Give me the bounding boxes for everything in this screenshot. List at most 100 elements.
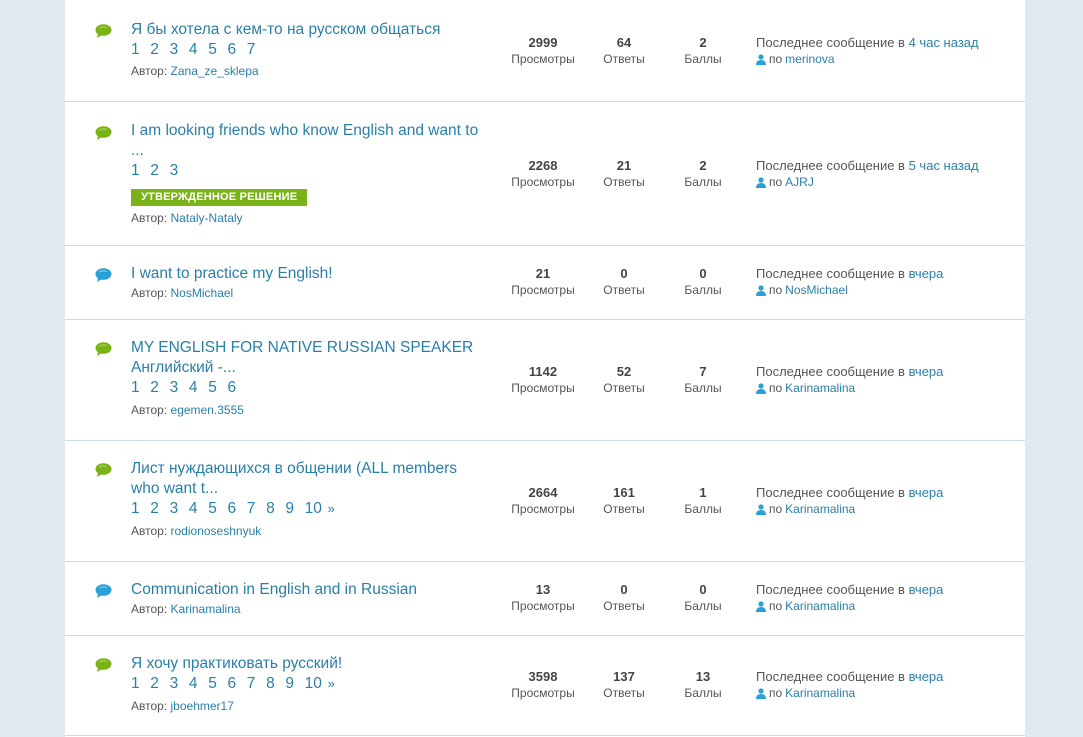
thread-title[interactable]: Лист нуждающихся в общении (ALL members: [131, 459, 496, 479]
page-link[interactable]: 2: [150, 161, 169, 181]
thread-author: Автор: jboehmer17: [131, 699, 234, 713]
views-stat: 1142 Просмотры: [511, 364, 575, 395]
page-link[interactable]: 2: [150, 499, 169, 519]
next-pages-link[interactable]: »: [328, 674, 347, 694]
page-link[interactable]: 3: [170, 161, 189, 181]
thread-author: Автор: Zana_ze_sklepa: [131, 64, 259, 78]
page-link[interactable]: 3: [170, 378, 189, 398]
last-post-time[interactable]: вчера: [909, 485, 944, 500]
thread-title[interactable]: I want to practice my English!: [131, 264, 496, 284]
last-post-time[interactable]: 4 час назад: [909, 35, 979, 50]
pagination: 1 2 3 4 5 6 7 8 9 10 »: [131, 674, 496, 694]
author-link[interactable]: Nataly-Nataly: [171, 211, 243, 225]
page-link[interactable]: 10: [305, 499, 328, 519]
thread-author: Автор: rodionoseshnyuk: [131, 524, 262, 538]
user-icon: [756, 382, 766, 394]
page-link[interactable]: 8: [266, 499, 285, 519]
page-link[interactable]: 5: [208, 40, 227, 60]
page-link[interactable]: 7: [247, 499, 266, 519]
green-bubble-icon: [95, 658, 112, 672]
page-link[interactable]: 2: [150, 674, 169, 694]
author-link[interactable]: Zana_ze_sklepa: [171, 64, 259, 78]
page-link[interactable]: 4: [189, 40, 208, 60]
page-link[interactable]: 9: [285, 499, 304, 519]
green-bubble-icon: [95, 24, 112, 38]
page-link[interactable]: 1: [131, 161, 150, 181]
page-link[interactable]: 2: [150, 40, 169, 60]
last-post: Последнее сообщение в вчера по NosMichae…: [756, 266, 944, 298]
last-post-user[interactable]: merinova: [785, 51, 834, 67]
user-icon: [756, 600, 766, 612]
last-post-time[interactable]: 5 час назад: [909, 158, 979, 173]
page-link[interactable]: 4: [189, 378, 208, 398]
points-stat: 1 Баллы: [684, 485, 722, 516]
thread-title[interactable]: I am looking friends who know English an…: [131, 121, 496, 141]
last-post-time[interactable]: вчера: [909, 669, 944, 684]
page-link[interactable]: 2: [150, 378, 169, 398]
thread-title-cont[interactable]: Английский -...: [131, 358, 496, 378]
page-link[interactable]: 5: [208, 378, 227, 398]
page-link[interactable]: 1: [131, 40, 150, 60]
thread-title[interactable]: Communication in English and in Russian: [131, 580, 496, 600]
author-link[interactable]: jboehmer17: [171, 699, 234, 713]
next-pages-link[interactable]: »: [328, 499, 347, 519]
author-link[interactable]: rodionoseshnyuk: [171, 524, 262, 538]
page-link[interactable]: 4: [189, 499, 208, 519]
pagination: 1 2 3 4 5 6 7: [131, 40, 496, 60]
author-link[interactable]: NosMichael: [171, 286, 234, 300]
page-link[interactable]: 7: [247, 40, 266, 60]
thread-row: MY ENGLISH FOR NATIVE RUSSIAN SPEAKER Ан…: [65, 320, 1025, 441]
thread-title-cont[interactable]: ...: [131, 141, 496, 161]
replies-stat: 137 Ответы: [603, 669, 645, 700]
page-link[interactable]: 6: [227, 499, 246, 519]
thread-row: Я хочу практиковать русский! 1 2 3 4 5 6…: [65, 636, 1025, 736]
author-link[interactable]: egemen.3555: [171, 403, 244, 417]
thread-title[interactable]: Я хочу практиковать русский!: [131, 654, 496, 674]
views-stat: 2664 Просмотры: [511, 485, 575, 516]
views-stat: 13 Просмотры: [511, 582, 575, 613]
last-post-time[interactable]: вчера: [909, 266, 944, 281]
page-link[interactable]: 3: [170, 499, 189, 519]
pagination: 1 2 3 4 5 6 7 8 9 10 »: [131, 499, 496, 519]
last-post: Последнее сообщение в 5 час назад по AJR…: [756, 158, 979, 190]
last-post-time[interactable]: вчера: [909, 364, 944, 379]
thread-row: Я бы хотела с кем-то на русском общаться…: [65, 0, 1025, 102]
page-link[interactable]: 8: [266, 674, 285, 694]
page-link[interactable]: 6: [227, 674, 246, 694]
thread-title[interactable]: Я бы хотела с кем-то на русском общаться: [131, 20, 496, 40]
last-post-user[interactable]: Karinamalina: [785, 380, 855, 396]
points-stat: 0 Баллы: [684, 266, 722, 297]
last-post-user[interactable]: AJRJ: [785, 174, 814, 190]
last-post-user[interactable]: Karinamalina: [785, 685, 855, 701]
pagination: 1 2 3 4 5 6: [131, 378, 496, 398]
last-post: Последнее сообщение в вчера по Karinamal…: [756, 485, 944, 517]
author-link[interactable]: Karinamalina: [171, 602, 241, 616]
green-bubble-icon: [95, 463, 112, 477]
thread-author: Автор: Karinamalina: [131, 602, 241, 616]
page-link[interactable]: 4: [189, 674, 208, 694]
last-post-user[interactable]: Karinamalina: [785, 598, 855, 614]
page-link[interactable]: 1: [131, 674, 150, 694]
last-post-user[interactable]: NosMichael: [785, 282, 848, 298]
thread-row: Лист нуждающихся в общении (ALL members …: [65, 441, 1025, 562]
last-post-user[interactable]: Karinamalina: [785, 501, 855, 517]
page-link[interactable]: 3: [170, 674, 189, 694]
page-link[interactable]: 1: [131, 499, 150, 519]
page-link[interactable]: 9: [285, 674, 304, 694]
user-icon: [756, 687, 766, 699]
page-link[interactable]: 6: [227, 40, 246, 60]
page-link[interactable]: 10: [305, 674, 328, 694]
thread-author: Автор: Nataly-Nataly: [131, 211, 243, 225]
page-link[interactable]: 1: [131, 378, 150, 398]
green-bubble-icon: [95, 342, 112, 356]
page-link[interactable]: 6: [227, 378, 246, 398]
page-link[interactable]: 5: [208, 499, 227, 519]
replies-stat: 52 Ответы: [603, 364, 645, 395]
page-link[interactable]: 7: [247, 674, 266, 694]
page-link[interactable]: 5: [208, 674, 227, 694]
page-link[interactable]: 3: [170, 40, 189, 60]
last-post: Последнее сообщение в вчера по Karinamal…: [756, 669, 944, 701]
last-post-time[interactable]: вчера: [909, 582, 944, 597]
thread-title-cont[interactable]: who want t...: [131, 479, 496, 499]
thread-title[interactable]: MY ENGLISH FOR NATIVE RUSSIAN SPEAKER: [131, 338, 496, 358]
